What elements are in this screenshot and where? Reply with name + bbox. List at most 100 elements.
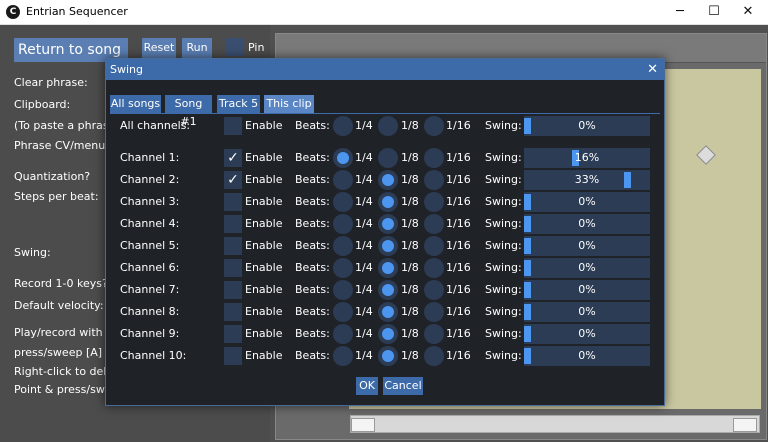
enable-checkbox[interactable] [224,259,242,277]
channel-name: Channel 9: [120,327,180,340]
record-keys-label: Record 1-0 keys? [14,277,108,290]
beat-radio[interactable] [424,170,444,190]
beat-radio[interactable] [424,116,444,136]
beat-radio[interactable] [378,236,398,256]
swing-value: 0% [578,239,596,252]
beat-radio[interactable] [378,170,398,190]
beat-radio[interactable] [333,148,353,168]
beat-radio[interactable] [378,192,398,212]
beat-option-label: 1/16 [446,283,471,296]
ok-button[interactable]: OK [356,377,378,395]
swing-slider[interactable]: 0% [524,302,650,322]
beats-label: Beats: [295,151,330,164]
beat-radio[interactable] [333,324,353,344]
enable-checkbox[interactable] [224,281,242,299]
beat-radio[interactable] [333,170,353,190]
beat-radio[interactable] [333,192,353,212]
enable-label: Enable [245,305,283,318]
maximize-button[interactable]: ☐ [697,0,731,24]
tab-all-songs[interactable]: All songs [110,95,161,113]
beat-option-label: 1/8 [401,327,419,340]
enable-checkbox[interactable] [224,325,242,343]
horizontal-scrollbar[interactable] [350,415,760,433]
scroll-left-handle[interactable] [351,418,375,432]
tab-track-5[interactable]: Track 5 [217,95,260,113]
beat-radio[interactable] [378,302,398,322]
close-window-button[interactable]: ✕ [731,0,765,24]
beat-radio[interactable] [424,148,444,168]
beat-radio[interactable] [424,258,444,278]
beat-radio[interactable] [424,346,444,366]
beat-radio[interactable] [333,346,353,366]
swing-slider[interactable]: 33% [524,170,650,190]
channel-name: Channel 4: [120,217,180,230]
swing-slider[interactable]: 0% [524,214,650,234]
swing-slider[interactable]: 0% [524,116,650,136]
tab-song-1[interactable]: Song #1 [165,95,212,128]
beat-option-label: 1/16 [446,349,471,362]
enable-checkbox[interactable]: ✓ [224,171,242,189]
beat-radio[interactable] [378,214,398,234]
channel-name: Channel 7: [120,283,180,296]
beat-radio[interactable] [424,324,444,344]
beat-option-label: 1/8 [401,151,419,164]
beat-option-label: 1/4 [355,195,373,208]
beat-option-label: 1/16 [446,119,471,132]
beat-radio[interactable] [378,346,398,366]
enable-checkbox[interactable] [224,215,242,233]
swing-dialog: Swing ✕ All songs Song #1 Track 5 This c… [105,58,665,406]
beat-option-label: 1/8 [401,239,419,252]
swing-value: 0% [578,119,596,132]
reset-button[interactable]: Reset [142,38,176,58]
swing-slider[interactable]: 0% [524,324,650,344]
beat-radio[interactable] [333,116,353,136]
beat-radio[interactable] [333,280,353,300]
swing-value: 0% [578,217,596,230]
swing-slider[interactable]: 16% [524,148,650,168]
minimize-button[interactable]: ─ [663,0,697,24]
cancel-button[interactable]: Cancel [383,377,423,395]
beat-radio[interactable] [424,236,444,256]
tab-this-clip[interactable]: This clip [264,95,314,113]
enable-checkbox[interactable]: ✓ [224,149,242,167]
beat-radio[interactable] [378,148,398,168]
beat-radio[interactable] [378,324,398,344]
enable-checkbox[interactable] [224,117,242,135]
swing-slider[interactable]: 0% [524,258,650,278]
enable-label: Enable [245,239,283,252]
beat-option-label: 1/4 [355,327,373,340]
swing-slider[interactable]: 0% [524,192,650,212]
scroll-right-handle[interactable] [733,418,757,432]
beat-radio[interactable] [333,236,353,256]
beats-label: Beats: [295,305,330,318]
enable-checkbox[interactable] [224,347,242,365]
window-title: Entrian Sequencer [26,5,128,18]
channel-name: Channel 1: [120,151,180,164]
enable-checkbox[interactable] [224,303,242,321]
beat-radio[interactable] [424,214,444,234]
beat-radio[interactable] [424,302,444,322]
pin-checkbox[interactable] [225,38,243,56]
clipboard-label: Clipboard: [14,98,71,111]
beat-radio[interactable] [378,280,398,300]
beat-radio[interactable] [424,280,444,300]
swing-label: Swing: [485,195,522,208]
beat-radio[interactable] [333,302,353,322]
swing-slider[interactable]: 0% [524,236,650,256]
beat-radio[interactable] [333,258,353,278]
run-button[interactable]: Run [182,38,212,58]
clear-phrase-label: Clear phrase: [14,76,88,89]
beat-radio[interactable] [424,192,444,212]
swing-slider[interactable]: 0% [524,280,650,300]
beat-radio[interactable] [333,214,353,234]
enable-checkbox[interactable] [224,237,242,255]
beat-option-label: 1/8 [401,305,419,318]
beat-radio[interactable] [378,258,398,278]
swing-label: Swing: [485,217,522,230]
swing-slider[interactable]: 0% [524,346,650,366]
beat-option-label: 1/4 [355,151,373,164]
dialog-close-icon[interactable]: ✕ [647,59,658,80]
swing-value: 16% [574,151,600,164]
beat-radio[interactable] [378,116,398,136]
enable-checkbox[interactable] [224,193,242,211]
